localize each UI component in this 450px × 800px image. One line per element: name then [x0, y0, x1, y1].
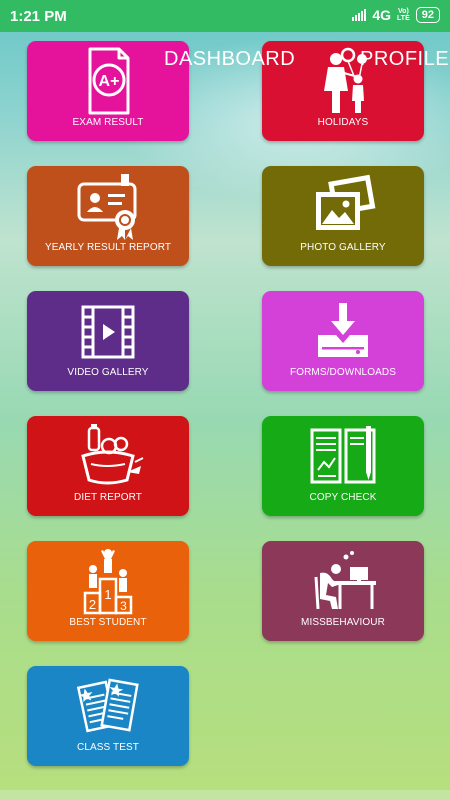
- tile-label: VIDEO GALLERY: [67, 367, 149, 378]
- tile-copy-check[interactable]: COPY CHECK: [262, 416, 424, 516]
- photo-gallery-icon: [316, 174, 376, 230]
- tile-label: DIET REPORT: [74, 492, 142, 503]
- tile-label: MISSBEHAVIOUR: [301, 617, 385, 628]
- tile-label: BEST STUDENT: [69, 617, 147, 628]
- tile-yearly-result-report[interactable]: YEARLY RESULT REPORT: [27, 166, 189, 266]
- tile-label: HOLIDAYS: [317, 117, 369, 128]
- signal-strength-icon: [352, 9, 367, 21]
- status-indicators: 4G Vo) LTE 92: [352, 7, 440, 23]
- volte-top-text: Vo): [398, 8, 409, 15]
- svg-text:A+: A+: [99, 73, 120, 90]
- tile-label: CLASS TEST: [77, 742, 139, 753]
- podium-icon: 1 2 3: [83, 549, 133, 615]
- podium-first: 1: [104, 587, 111, 602]
- tile-diet-report[interactable]: DIET REPORT: [27, 416, 189, 516]
- battery-icon: 92: [415, 7, 440, 23]
- open-notebook-icon: [310, 426, 376, 484]
- certificate-icon: [77, 174, 137, 240]
- tile-photo-gallery[interactable]: PHOTO GALLERY: [262, 166, 424, 266]
- tile-missbehaviour[interactable]: MISSBEHAVIOUR: [262, 541, 424, 641]
- status-time: 1:21 PM: [10, 8, 67, 25]
- podium-second: 2: [89, 597, 96, 612]
- tile-class-test[interactable]: CLASS TEST: [27, 666, 189, 766]
- test-papers-icon: [76, 678, 139, 733]
- tile-label: EXAM RESULT: [72, 117, 144, 128]
- volte-indicator: Vo) LTE: [397, 8, 410, 22]
- download-icon: [318, 303, 368, 357]
- tile-label: YEARLY RESULT REPORT: [44, 242, 172, 253]
- nav-dashboard[interactable]: DASHBOARD: [164, 48, 295, 71]
- podium-third: 3: [120, 599, 127, 613]
- sad-student-desk-icon: [314, 551, 376, 610]
- tile-label: FORMS/DOWNLOADS: [290, 367, 396, 378]
- video-film-icon: [81, 305, 135, 359]
- nav-profile[interactable]: PROFILE: [360, 48, 449, 71]
- tile-label: COPY CHECK: [309, 492, 377, 503]
- network-type: 4G: [372, 7, 392, 23]
- status-bar: 1:21 PM 4G Vo) LTE 92: [0, 0, 450, 32]
- food-basket-icon: [81, 424, 144, 485]
- volte-bottom-text: LTE: [397, 15, 410, 22]
- tile-forms-downloads[interactable]: FORMS/DOWNLOADS: [262, 291, 424, 391]
- tile-label: PHOTO GALLERY: [300, 242, 386, 253]
- bottom-strip: [0, 790, 450, 800]
- tile-best-student[interactable]: 1 2 3 BEST STUDENT: [27, 541, 189, 641]
- tile-video-gallery[interactable]: VIDEO GALLERY: [27, 291, 189, 391]
- exam-result-icon: A+: [88, 47, 130, 115]
